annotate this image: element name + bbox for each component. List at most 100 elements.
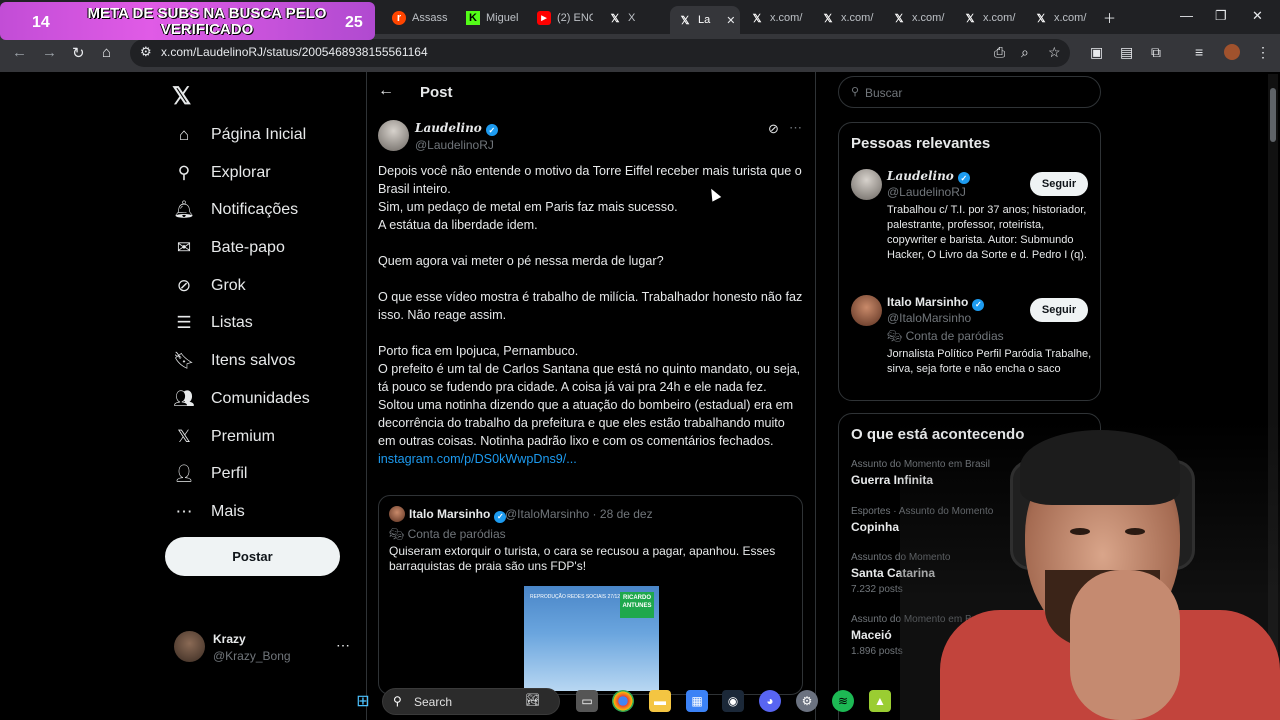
browser-tab[interactable]: 𝕏x.com/ bbox=[750, 6, 805, 30]
browser-tab[interactable]: 𝕏x.com/ bbox=[892, 6, 947, 30]
post-line: Depois você não entende o motivo da Torr… bbox=[378, 164, 802, 196]
browser-tab[interactable]: 𝕏x.com/ bbox=[821, 6, 876, 30]
nav-premium[interactable]: 𝕏 Premium bbox=[174, 427, 275, 447]
nav-home[interactable]: ⌂ Página Inicial bbox=[174, 125, 306, 145]
nav-bookmarks[interactable]: 🔖︎ Itens salvos bbox=[173, 351, 295, 371]
extension-icon[interactable]: ▤ bbox=[1120, 44, 1133, 61]
media-label: RICARDO ANTUNES bbox=[620, 592, 654, 618]
home-icon[interactable]: ⌂ bbox=[102, 44, 111, 61]
follow-button[interactable]: Seguir bbox=[1030, 172, 1088, 196]
quote-media-image[interactable]: REPRODUÇÃO REDES SOCIAIS 27/12/2025 RICA… bbox=[524, 586, 659, 691]
post-line: O prefeito é um tal de Carlos Santana qu… bbox=[378, 362, 801, 448]
nav-lists[interactable]: ☰ Listas bbox=[174, 313, 252, 333]
browser-tab[interactable]: 𝕏x.com/ bbox=[1034, 6, 1089, 30]
quote-meta: @ItaloMarsinho · 28 de dez bbox=[505, 507, 653, 521]
new-tab-icon[interactable]: ＋ bbox=[1103, 8, 1116, 27]
person-name: Italo Marsinho ✓ bbox=[887, 295, 985, 311]
nav-more[interactable]: ⋯ Mais bbox=[174, 502, 245, 522]
quoted-post[interactable]: Italo Marsinho ✓ @ItaloMarsinho · 28 de d… bbox=[378, 495, 803, 695]
people-icon: 👥︎ bbox=[173, 389, 195, 408]
x-icon: 𝕏 bbox=[1036, 12, 1046, 25]
overlay-count-right: 25 bbox=[345, 14, 363, 31]
taskbar: ⊞ ⚲ Search 🏞︎ ▭ ▬ ▦ ◉ ◕ ⚙ ≋ ▲ bbox=[345, 683, 895, 720]
parody-label: 🎭︎ Conta de paródias bbox=[389, 527, 506, 541]
x-icon: 𝕏 bbox=[680, 14, 690, 27]
search-highlight-icon: 🏞︎ bbox=[525, 693, 541, 707]
grok-icon: ⊘ bbox=[176, 276, 192, 295]
post-line bbox=[378, 270, 803, 288]
browser-tab[interactable]: ▶ (2) ENC bbox=[537, 6, 593, 30]
back-arrow-icon[interactable]: ← bbox=[378, 82, 394, 100]
search-input[interactable]: ⚲ Buscar bbox=[838, 76, 1101, 108]
windows-start-icon[interactable]: ⊞ bbox=[352, 690, 374, 712]
taskbar-search[interactable]: ⚲ Search 🏞︎ bbox=[382, 688, 560, 715]
nav-explore[interactable]: ⚲ Explorar bbox=[174, 163, 271, 183]
x-icon: 𝕏 bbox=[752, 12, 762, 25]
post-line bbox=[378, 324, 803, 342]
nav-grok[interactable]: ⊘ Grok bbox=[174, 276, 246, 296]
discord-icon[interactable]: ◕ bbox=[759, 690, 781, 712]
post-line: Quem agora vai meter o pé nessa merda de… bbox=[378, 254, 664, 268]
file-explorer-icon[interactable]: ▬ bbox=[649, 690, 671, 712]
scrollbar-thumb[interactable] bbox=[1270, 88, 1276, 142]
browser-tab-active[interactable]: 𝕏 La ✕ bbox=[670, 6, 740, 34]
x-icon: 𝕏 bbox=[823, 12, 833, 25]
search-icon: ⚲ bbox=[851, 86, 860, 98]
more-icon[interactable]: ⋯ bbox=[789, 120, 802, 136]
home-icon: ⌂ bbox=[178, 125, 190, 144]
spotify-icon[interactable]: ≋ bbox=[832, 690, 854, 712]
browser-tab[interactable]: 𝕏X bbox=[608, 6, 640, 30]
zoom-icon[interactable]: ⌕ bbox=[1021, 44, 1029, 61]
browser-tab[interactable]: K Miguel bbox=[466, 6, 526, 30]
avatar bbox=[389, 506, 405, 522]
maximize-icon[interactable]: ❐ bbox=[1215, 8, 1227, 24]
task-view-icon[interactable]: ▭ bbox=[576, 690, 598, 712]
avatar[interactable] bbox=[378, 120, 409, 151]
store-icon[interactable]: ▦ bbox=[686, 690, 708, 712]
browser-tab[interactable]: 𝕏x.com/ bbox=[963, 6, 1018, 30]
post-button[interactable]: Postar bbox=[165, 537, 340, 576]
chrome-icon[interactable] bbox=[612, 690, 634, 712]
overlay-banner-text: META DE SUBS NA BUSCA PELO VERIFICADO bbox=[87, 5, 327, 38]
minimize-icon[interactable]: — bbox=[1180, 8, 1193, 23]
overlay-count-left: 14 bbox=[32, 14, 50, 31]
browser-tab[interactable]: r Assass bbox=[392, 6, 450, 30]
quote-text: Quiseram extorquir o turista, o cara se … bbox=[389, 544, 776, 573]
post-line bbox=[378, 234, 803, 252]
forward-icon[interactable]: → bbox=[42, 44, 57, 61]
avatar bbox=[174, 631, 205, 662]
person-bio: Trabalhou c/ T.I. por 37 anos; historiad… bbox=[887, 204, 1087, 261]
profile-avatar[interactable] bbox=[1224, 44, 1240, 60]
reddit-icon: r bbox=[392, 11, 406, 25]
nav-notifications[interactable]: 🔔︎ Notificações bbox=[173, 200, 298, 220]
nav-communities[interactable]: 👥︎ Comunidades bbox=[173, 389, 310, 409]
page-title: Post bbox=[420, 84, 453, 101]
app-icon[interactable]: ▲ bbox=[869, 690, 891, 712]
extensions-puzzle-icon[interactable]: ⧉ bbox=[1151, 44, 1161, 61]
settings-gear-icon[interactable]: ⚙ bbox=[796, 690, 818, 712]
x-logo[interactable]: 𝕏 bbox=[172, 82, 191, 111]
install-app-icon[interactable]: ⎙ bbox=[994, 44, 1005, 61]
more-icon[interactable]: ⋯ bbox=[336, 637, 350, 654]
steam-icon[interactable]: ◉ bbox=[722, 690, 744, 712]
search-placeholder: Buscar bbox=[865, 86, 903, 100]
close-window-icon[interactable]: ✕ bbox=[1252, 8, 1263, 24]
nav-messages[interactable]: ✉ Bate-papo bbox=[174, 238, 285, 258]
follow-button[interactable]: Seguir bbox=[1030, 298, 1088, 322]
close-tab-icon[interactable]: ✕ bbox=[726, 14, 735, 27]
nav-profile[interactable]: 👤︎ Perfil bbox=[173, 464, 247, 484]
back-icon[interactable]: ← bbox=[12, 44, 27, 61]
reading-list-icon[interactable]: ≡ bbox=[1195, 44, 1203, 60]
post-link[interactable]: instagram.com/p/DS0kWwpDns9/... bbox=[378, 450, 803, 468]
bookmark-star-icon[interactable]: ☆ bbox=[1048, 44, 1061, 61]
extension-icon[interactable]: ▣ bbox=[1090, 44, 1103, 61]
person-bio: Jornalista Político Perfil Paródia Traba… bbox=[887, 348, 1092, 375]
browser-menu-icon[interactable]: ⋮ bbox=[1256, 44, 1270, 61]
author-handle[interactable]: @LaudelinoRJ bbox=[415, 138, 494, 152]
site-info-icon[interactable]: ⚙ bbox=[140, 44, 152, 60]
grok-icon[interactable]: ⊘ bbox=[768, 121, 779, 137]
reload-icon[interactable]: ↻ bbox=[72, 44, 85, 62]
url-field[interactable]: ⚙ x.com/LaudelinoRJ/status/2005468938155… bbox=[130, 39, 1070, 67]
post-line: A estátua da liberdade idem. bbox=[378, 218, 538, 232]
author-name[interactable]: Laudelino ✓ bbox=[415, 121, 498, 136]
